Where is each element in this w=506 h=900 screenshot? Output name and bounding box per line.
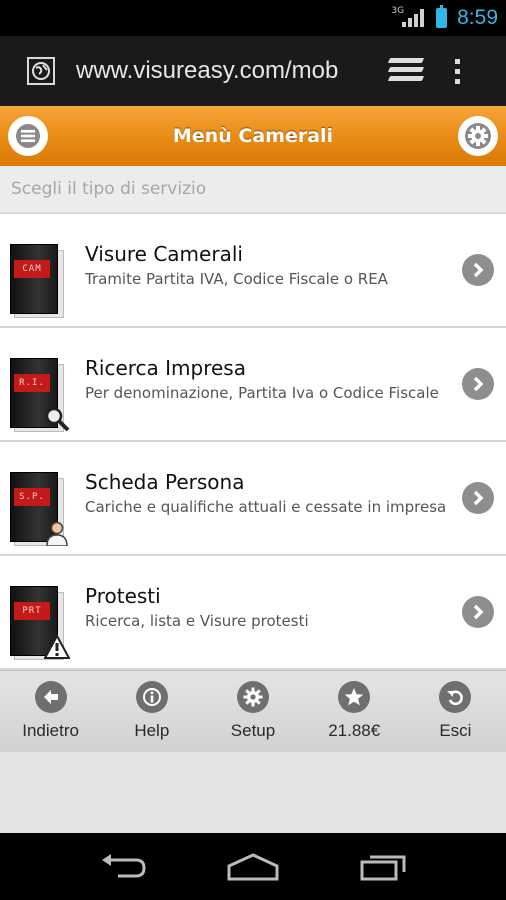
url-field[interactable]: www.visureasy.com/mob xyxy=(76,57,361,85)
item-description: Tramite Partita IVA, Codice Fiscale o RE… xyxy=(85,270,388,288)
overflow-menu-icon[interactable] xyxy=(455,58,460,84)
back-arrow-icon xyxy=(34,681,67,713)
warning-icon xyxy=(44,634,70,659)
browser-url-bar: www.visureasy.com/mob xyxy=(0,36,506,106)
signal-icon xyxy=(402,9,425,27)
battery-icon xyxy=(436,5,448,28)
page-title: Menù Camerali xyxy=(172,125,334,147)
globe-icon[interactable] xyxy=(27,57,55,85)
back-nav-icon[interactable] xyxy=(98,852,148,882)
item-title: Protesti xyxy=(85,584,161,608)
item-title: Visure Camerali xyxy=(85,242,243,266)
chevron-right-icon[interactable] xyxy=(462,254,494,286)
back-label: Indietro xyxy=(22,721,79,740)
status-bar: 3G 8:59 xyxy=(0,0,506,36)
clock: 8:59 xyxy=(457,6,498,29)
exit-button[interactable]: Esci xyxy=(405,671,506,752)
exit-label: Esci xyxy=(439,721,472,740)
document-icon: S.P. xyxy=(10,472,68,546)
network-type: 3G xyxy=(391,6,405,16)
item-description: Per denominazione, Partita Iva o Codice … xyxy=(85,384,439,402)
document-icon: CAM xyxy=(10,244,68,318)
document-tag: R.I. xyxy=(14,374,50,392)
document-tag: CAM xyxy=(14,260,50,278)
info-icon xyxy=(135,681,168,713)
gear-icon xyxy=(465,123,491,149)
credit-balance: 21.88€ xyxy=(328,721,381,740)
recent-apps-icon[interactable] xyxy=(358,852,408,882)
subheader-text: Scegli il tipo di servizio xyxy=(11,179,207,199)
list-item-visure-camerali[interactable]: CAM Visure Camerali Tramite Partita IVA,… xyxy=(0,214,506,328)
list-item-ricerca-impresa[interactable]: R.I. Ricerca Impresa Per denominazione, … xyxy=(0,328,506,442)
hamburger-icon xyxy=(16,124,40,148)
menu-button[interactable] xyxy=(8,116,48,156)
chevron-right-icon[interactable] xyxy=(462,596,494,628)
gear-icon xyxy=(237,681,269,713)
document-icon: PRT xyxy=(10,586,70,660)
settings-button[interactable] xyxy=(458,116,498,156)
item-title: Scheda Persona xyxy=(85,470,245,494)
person-icon xyxy=(46,521,68,546)
tabs-icon[interactable] xyxy=(387,56,425,86)
system-nav-bar xyxy=(0,833,506,900)
list-item-protesti[interactable]: PRT Protesti Ricerca, lista e Visure pro… xyxy=(0,556,506,670)
exit-icon xyxy=(439,681,472,713)
section-subheader: Scegli il tipo di servizio xyxy=(0,166,506,214)
chevron-right-icon[interactable] xyxy=(462,482,494,514)
home-nav-icon[interactable] xyxy=(225,852,281,882)
document-icon: R.I. xyxy=(10,358,70,432)
star-icon xyxy=(338,681,371,713)
item-description: Ricerca, lista e Visure protesti xyxy=(85,612,309,630)
bottom-toolbar: Indietro Help Setup 21.88€ Esci xyxy=(0,670,506,752)
setup-label: Setup xyxy=(230,721,276,740)
back-button[interactable]: Indietro xyxy=(0,671,101,752)
magnifier-icon xyxy=(45,407,70,432)
chevron-right-icon[interactable] xyxy=(462,368,494,400)
app-header: Menù Camerali xyxy=(0,106,506,166)
service-list: CAM Visure Camerali Tramite Partita IVA,… xyxy=(0,214,506,670)
empty-area xyxy=(0,752,506,833)
list-item-scheda-persona[interactable]: S.P. Scheda Persona Cariche e qualifiche… xyxy=(0,442,506,556)
help-label: Help xyxy=(134,721,170,740)
setup-button[interactable]: Setup xyxy=(202,671,303,752)
help-button[interactable]: Help xyxy=(101,671,202,752)
item-description: Cariche e qualifiche attuali e cessate i… xyxy=(85,498,447,516)
credit-button[interactable]: 21.88€ xyxy=(304,671,405,752)
document-tag: S.P. xyxy=(14,488,50,506)
item-title: Ricerca Impresa xyxy=(85,356,246,380)
document-tag: PRT xyxy=(14,602,50,620)
